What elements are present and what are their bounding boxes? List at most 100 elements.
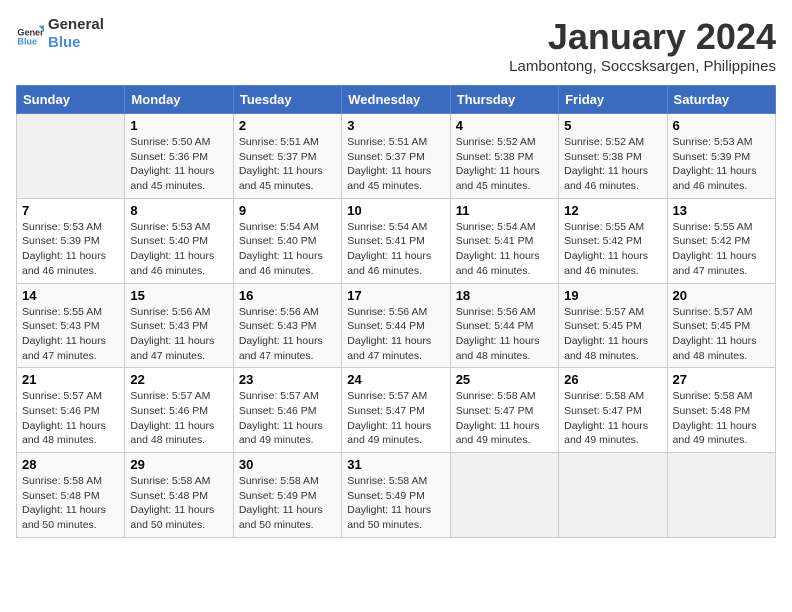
day-info: Sunrise: 5:58 AMSunset: 5:47 PMDaylight:… xyxy=(564,389,661,448)
day-number: 7 xyxy=(22,203,119,218)
header-tuesday: Tuesday xyxy=(233,86,341,114)
calendar-cell: 1 Sunrise: 5:50 AMSunset: 5:36 PMDayligh… xyxy=(125,114,233,199)
calendar-cell: 24 Sunrise: 5:57 AMSunset: 5:47 PMDaylig… xyxy=(342,368,450,453)
day-info: Sunrise: 5:58 AMSunset: 5:49 PMDaylight:… xyxy=(347,474,444,533)
calendar-cell: 13 Sunrise: 5:55 AMSunset: 5:42 PMDaylig… xyxy=(667,198,775,283)
calendar-week-row: 14 Sunrise: 5:55 AMSunset: 5:43 PMDaylig… xyxy=(17,283,776,368)
day-number: 9 xyxy=(239,203,336,218)
calendar-cell: 28 Sunrise: 5:58 AMSunset: 5:48 PMDaylig… xyxy=(17,453,125,538)
calendar-cell xyxy=(17,114,125,199)
day-number: 8 xyxy=(130,203,227,218)
month-title: January 2024 xyxy=(509,16,776,58)
calendar-cell xyxy=(667,453,775,538)
day-info: Sunrise: 5:53 AMSunset: 5:39 PMDaylight:… xyxy=(22,220,119,279)
day-info: Sunrise: 5:55 AMSunset: 5:42 PMDaylight:… xyxy=(673,220,770,279)
logo-icon: General Blue xyxy=(16,20,44,48)
day-number: 31 xyxy=(347,457,444,472)
header-monday: Monday xyxy=(125,86,233,114)
day-info: Sunrise: 5:58 AMSunset: 5:49 PMDaylight:… xyxy=(239,474,336,533)
calendar-cell: 2 Sunrise: 5:51 AMSunset: 5:37 PMDayligh… xyxy=(233,114,341,199)
day-number: 14 xyxy=(22,288,119,303)
day-info: Sunrise: 5:57 AMSunset: 5:46 PMDaylight:… xyxy=(130,389,227,448)
calendar-cell xyxy=(450,453,558,538)
day-number: 23 xyxy=(239,372,336,387)
header-sunday: Sunday xyxy=(17,86,125,114)
calendar-cell: 9 Sunrise: 5:54 AMSunset: 5:40 PMDayligh… xyxy=(233,198,341,283)
calendar-week-row: 21 Sunrise: 5:57 AMSunset: 5:46 PMDaylig… xyxy=(17,368,776,453)
calendar-cell: 4 Sunrise: 5:52 AMSunset: 5:38 PMDayligh… xyxy=(450,114,558,199)
day-number: 28 xyxy=(22,457,119,472)
day-number: 4 xyxy=(456,118,553,133)
logo-blue: Blue xyxy=(48,34,104,52)
day-info: Sunrise: 5:55 AMSunset: 5:42 PMDaylight:… xyxy=(564,220,661,279)
calendar-cell: 27 Sunrise: 5:58 AMSunset: 5:48 PMDaylig… xyxy=(667,368,775,453)
calendar-cell: 19 Sunrise: 5:57 AMSunset: 5:45 PMDaylig… xyxy=(559,283,667,368)
calendar-cell: 31 Sunrise: 5:58 AMSunset: 5:49 PMDaylig… xyxy=(342,453,450,538)
day-number: 27 xyxy=(673,372,770,387)
calendar-cell: 6 Sunrise: 5:53 AMSunset: 5:39 PMDayligh… xyxy=(667,114,775,199)
calendar-cell: 7 Sunrise: 5:53 AMSunset: 5:39 PMDayligh… xyxy=(17,198,125,283)
calendar-week-row: 1 Sunrise: 5:50 AMSunset: 5:36 PMDayligh… xyxy=(17,114,776,199)
calendar-cell: 25 Sunrise: 5:58 AMSunset: 5:47 PMDaylig… xyxy=(450,368,558,453)
day-number: 21 xyxy=(22,372,119,387)
calendar-cell: 16 Sunrise: 5:56 AMSunset: 5:43 PMDaylig… xyxy=(233,283,341,368)
day-info: Sunrise: 5:56 AMSunset: 5:43 PMDaylight:… xyxy=(239,305,336,364)
title-area: January 2024 Lambontong, Soccsksargen, P… xyxy=(509,16,776,75)
location-subtitle: Lambontong, Soccsksargen, Philippines xyxy=(509,58,776,75)
day-number: 13 xyxy=(673,203,770,218)
day-number: 26 xyxy=(564,372,661,387)
day-info: Sunrise: 5:54 AMSunset: 5:41 PMDaylight:… xyxy=(456,220,553,279)
day-number: 16 xyxy=(239,288,336,303)
calendar-cell: 3 Sunrise: 5:51 AMSunset: 5:37 PMDayligh… xyxy=(342,114,450,199)
day-info: Sunrise: 5:53 AMSunset: 5:39 PMDaylight:… xyxy=(673,135,770,194)
logo: General Blue General Blue xyxy=(16,16,104,52)
day-number: 20 xyxy=(673,288,770,303)
day-info: Sunrise: 5:57 AMSunset: 5:45 PMDaylight:… xyxy=(564,305,661,364)
day-info: Sunrise: 5:52 AMSunset: 5:38 PMDaylight:… xyxy=(456,135,553,194)
calendar-cell: 29 Sunrise: 5:58 AMSunset: 5:48 PMDaylig… xyxy=(125,453,233,538)
calendar-week-row: 7 Sunrise: 5:53 AMSunset: 5:39 PMDayligh… xyxy=(17,198,776,283)
day-number: 11 xyxy=(456,203,553,218)
day-info: Sunrise: 5:57 AMSunset: 5:45 PMDaylight:… xyxy=(673,305,770,364)
logo-general: General xyxy=(48,16,104,34)
day-info: Sunrise: 5:53 AMSunset: 5:40 PMDaylight:… xyxy=(130,220,227,279)
calendar-cell: 23 Sunrise: 5:57 AMSunset: 5:46 PMDaylig… xyxy=(233,368,341,453)
header-thursday: Thursday xyxy=(450,86,558,114)
calendar-cell: 17 Sunrise: 5:56 AMSunset: 5:44 PMDaylig… xyxy=(342,283,450,368)
day-number: 3 xyxy=(347,118,444,133)
day-number: 1 xyxy=(130,118,227,133)
day-info: Sunrise: 5:56 AMSunset: 5:44 PMDaylight:… xyxy=(347,305,444,364)
day-info: Sunrise: 5:57 AMSunset: 5:47 PMDaylight:… xyxy=(347,389,444,448)
day-info: Sunrise: 5:58 AMSunset: 5:48 PMDaylight:… xyxy=(673,389,770,448)
day-number: 18 xyxy=(456,288,553,303)
day-number: 30 xyxy=(239,457,336,472)
day-info: Sunrise: 5:57 AMSunset: 5:46 PMDaylight:… xyxy=(239,389,336,448)
calendar-cell: 30 Sunrise: 5:58 AMSunset: 5:49 PMDaylig… xyxy=(233,453,341,538)
day-info: Sunrise: 5:50 AMSunset: 5:36 PMDaylight:… xyxy=(130,135,227,194)
calendar-cell: 20 Sunrise: 5:57 AMSunset: 5:45 PMDaylig… xyxy=(667,283,775,368)
calendar-cell: 11 Sunrise: 5:54 AMSunset: 5:41 PMDaylig… xyxy=(450,198,558,283)
day-number: 19 xyxy=(564,288,661,303)
day-info: Sunrise: 5:58 AMSunset: 5:48 PMDaylight:… xyxy=(22,474,119,533)
day-info: Sunrise: 5:58 AMSunset: 5:47 PMDaylight:… xyxy=(456,389,553,448)
header-wednesday: Wednesday xyxy=(342,86,450,114)
calendar-table: SundayMondayTuesdayWednesdayThursdayFrid… xyxy=(16,85,776,538)
calendar-cell: 26 Sunrise: 5:58 AMSunset: 5:47 PMDaylig… xyxy=(559,368,667,453)
calendar-cell: 12 Sunrise: 5:55 AMSunset: 5:42 PMDaylig… xyxy=(559,198,667,283)
day-number: 25 xyxy=(456,372,553,387)
calendar-cell xyxy=(559,453,667,538)
day-number: 24 xyxy=(347,372,444,387)
day-number: 5 xyxy=(564,118,661,133)
header-friday: Friday xyxy=(559,86,667,114)
header-saturday: Saturday xyxy=(667,86,775,114)
calendar-cell: 18 Sunrise: 5:56 AMSunset: 5:44 PMDaylig… xyxy=(450,283,558,368)
day-info: Sunrise: 5:52 AMSunset: 5:38 PMDaylight:… xyxy=(564,135,661,194)
day-info: Sunrise: 5:51 AMSunset: 5:37 PMDaylight:… xyxy=(347,135,444,194)
calendar-cell: 8 Sunrise: 5:53 AMSunset: 5:40 PMDayligh… xyxy=(125,198,233,283)
day-info: Sunrise: 5:51 AMSunset: 5:37 PMDaylight:… xyxy=(239,135,336,194)
day-info: Sunrise: 5:58 AMSunset: 5:48 PMDaylight:… xyxy=(130,474,227,533)
calendar-cell: 10 Sunrise: 5:54 AMSunset: 5:41 PMDaylig… xyxy=(342,198,450,283)
day-number: 17 xyxy=(347,288,444,303)
day-number: 29 xyxy=(130,457,227,472)
day-info: Sunrise: 5:56 AMSunset: 5:43 PMDaylight:… xyxy=(130,305,227,364)
